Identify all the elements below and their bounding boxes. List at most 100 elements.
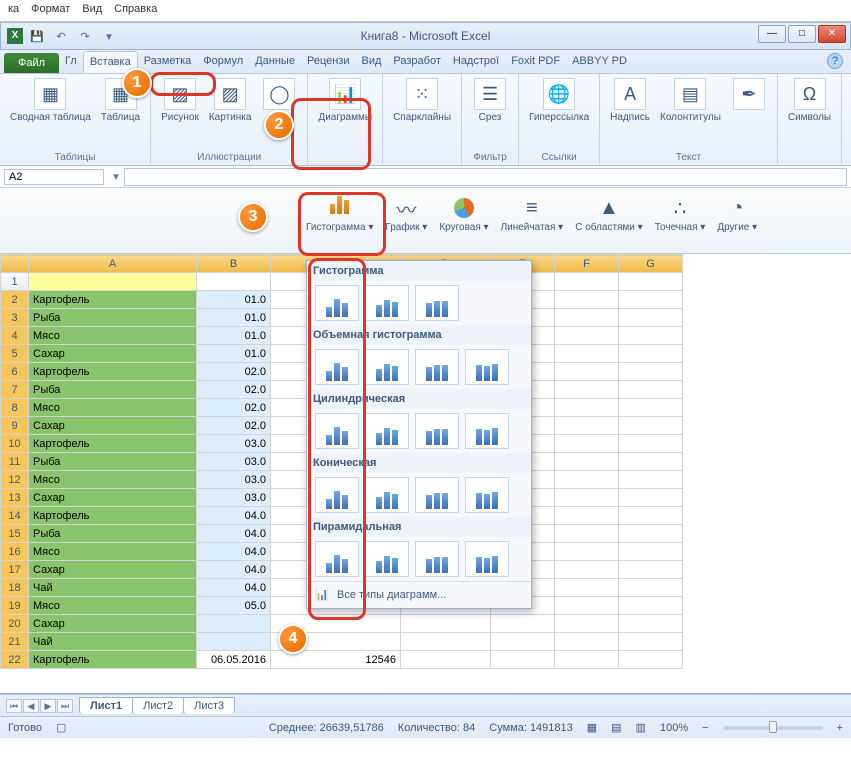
cell[interactable]: 03.0 xyxy=(197,435,271,453)
help-button[interactable]: ? xyxy=(827,53,843,69)
cell[interactable]: 01.0 xyxy=(197,345,271,363)
cell[interactable] xyxy=(619,309,683,327)
cell[interactable] xyxy=(197,273,271,291)
chart-thumb[interactable] xyxy=(415,477,459,513)
menu-item[interactable]: Справка xyxy=(110,3,161,18)
sheet-tab[interactable]: Лист3 xyxy=(183,697,235,714)
cell[interactable] xyxy=(401,651,491,669)
cell[interactable] xyxy=(555,633,619,651)
cell[interactable]: Сахар xyxy=(29,417,197,435)
cell[interactable]: Мясо xyxy=(29,471,197,489)
cell[interactable] xyxy=(555,273,619,291)
cell[interactable] xyxy=(491,651,555,669)
chart-thumb[interactable] xyxy=(315,349,359,385)
cell[interactable]: Сахар xyxy=(29,345,197,363)
ribbon-tab-abbyy pd[interactable]: ABBYY PD xyxy=(566,51,633,73)
cell[interactable] xyxy=(619,489,683,507)
line-chart-button[interactable]: 〰График ▾ xyxy=(379,192,433,235)
cell[interactable]: 05.0 xyxy=(197,597,271,615)
sparklines-button[interactable]: ⁙Спарклайны xyxy=(389,76,455,125)
chart-thumb[interactable] xyxy=(365,477,409,513)
row-header[interactable]: 9 xyxy=(1,417,29,435)
cell[interactable] xyxy=(555,309,619,327)
cell[interactable] xyxy=(555,543,619,561)
row-header[interactable]: 21 xyxy=(1,633,29,651)
cell[interactable] xyxy=(401,615,491,633)
headerfooter-button[interactable]: ▤Колонтитулы xyxy=(656,76,725,125)
prev-sheet-icon[interactable]: ◀ xyxy=(23,699,39,713)
ribbon-tab-гл[interactable]: Гл xyxy=(59,51,83,73)
zoom-out-button[interactable]: − xyxy=(702,722,708,734)
row-header[interactable]: 1 xyxy=(1,273,29,291)
picture-button[interactable]: ▨Рисунок xyxy=(157,76,203,125)
row-header[interactable]: 15 xyxy=(1,525,29,543)
cell[interactable]: 04.0 xyxy=(197,561,271,579)
view-layout-icon[interactable]: ▤ xyxy=(611,721,621,734)
menu-item[interactable]: Вид xyxy=(78,3,106,18)
cell[interactable]: Рыба xyxy=(29,453,197,471)
area-chart-button[interactable]: ▲С областями ▾ xyxy=(569,192,649,235)
row-header[interactable]: 14 xyxy=(1,507,29,525)
cell[interactable]: Картофель xyxy=(29,291,197,309)
cell[interactable]: Рыба xyxy=(29,525,197,543)
pie-chart-button[interactable]: Круговая ▾ xyxy=(433,192,494,235)
formula-bar[interactable] xyxy=(124,168,847,186)
undo-icon[interactable]: ↶ xyxy=(51,26,71,46)
row-header[interactable]: 10 xyxy=(1,435,29,453)
cell[interactable] xyxy=(555,597,619,615)
cell[interactable]: Чай xyxy=(29,579,197,597)
ribbon-tab-надстрої[interactable]: Надстрої xyxy=(447,51,505,73)
row-header[interactable]: 17 xyxy=(1,561,29,579)
cell[interactable] xyxy=(555,327,619,345)
chart-thumb[interactable] xyxy=(415,285,459,321)
cell[interactable] xyxy=(555,381,619,399)
ribbon-tab-вид[interactable]: Вид xyxy=(356,51,388,73)
cell[interactable]: Картофель xyxy=(29,507,197,525)
cell[interactable] xyxy=(619,417,683,435)
cell[interactable] xyxy=(197,615,271,633)
cell[interactable]: 01.0 xyxy=(197,309,271,327)
cell[interactable]: Сахар xyxy=(29,615,197,633)
row-header[interactable]: 5 xyxy=(1,345,29,363)
cell[interactable] xyxy=(555,417,619,435)
redo-icon[interactable]: ↷ xyxy=(75,26,95,46)
sheet-tab[interactable]: Лист1 xyxy=(79,697,133,714)
cell[interactable]: Мясо xyxy=(29,543,197,561)
ribbon-tab-формул[interactable]: Формул xyxy=(197,51,249,73)
cell[interactable]: 06.05.2016 xyxy=(197,651,271,669)
cell[interactable] xyxy=(619,561,683,579)
hyperlink-button[interactable]: 🌐Гиперссылка xyxy=(525,76,593,125)
row-header[interactable]: 4 xyxy=(1,327,29,345)
row-header[interactable]: 11 xyxy=(1,453,29,471)
cell[interactable] xyxy=(555,489,619,507)
cell[interactable]: Картофель xyxy=(29,363,197,381)
symbols-button[interactable]: ΩСимволы xyxy=(784,76,835,125)
cell[interactable] xyxy=(619,327,683,345)
row-header[interactable]: 18 xyxy=(1,579,29,597)
save-icon[interactable]: 💾 xyxy=(27,26,47,46)
cell[interactable]: Чай xyxy=(29,633,197,651)
ribbon-tab-разработ[interactable]: Разработ xyxy=(387,51,446,73)
namebox-dropdown-icon[interactable]: ▾ xyxy=(108,170,124,183)
cell[interactable]: 01.0 xyxy=(197,291,271,309)
cell[interactable] xyxy=(619,381,683,399)
cell[interactable]: Рыба xyxy=(29,309,197,327)
zoom-slider[interactable] xyxy=(723,726,823,730)
last-sheet-icon[interactable]: ⏭ xyxy=(57,699,73,713)
chart-thumb[interactable] xyxy=(315,285,359,321)
close-button[interactable]: ✕ xyxy=(818,25,846,43)
cell[interactable] xyxy=(555,291,619,309)
cell[interactable]: 02.0 xyxy=(197,363,271,381)
chart-thumb[interactable] xyxy=(315,413,359,449)
cell[interactable] xyxy=(619,435,683,453)
other-charts-button[interactable]: ◔Другие ▾ xyxy=(711,192,763,235)
row-header[interactable]: 22 xyxy=(1,651,29,669)
cell[interactable] xyxy=(555,561,619,579)
row-header[interactable]: 6 xyxy=(1,363,29,381)
cell[interactable] xyxy=(619,543,683,561)
cell[interactable]: 03.0 xyxy=(197,471,271,489)
cell[interactable] xyxy=(619,471,683,489)
cell[interactable] xyxy=(619,273,683,291)
zoom-in-button[interactable]: + xyxy=(837,722,843,734)
zoom-level[interactable]: 100% xyxy=(660,722,688,734)
